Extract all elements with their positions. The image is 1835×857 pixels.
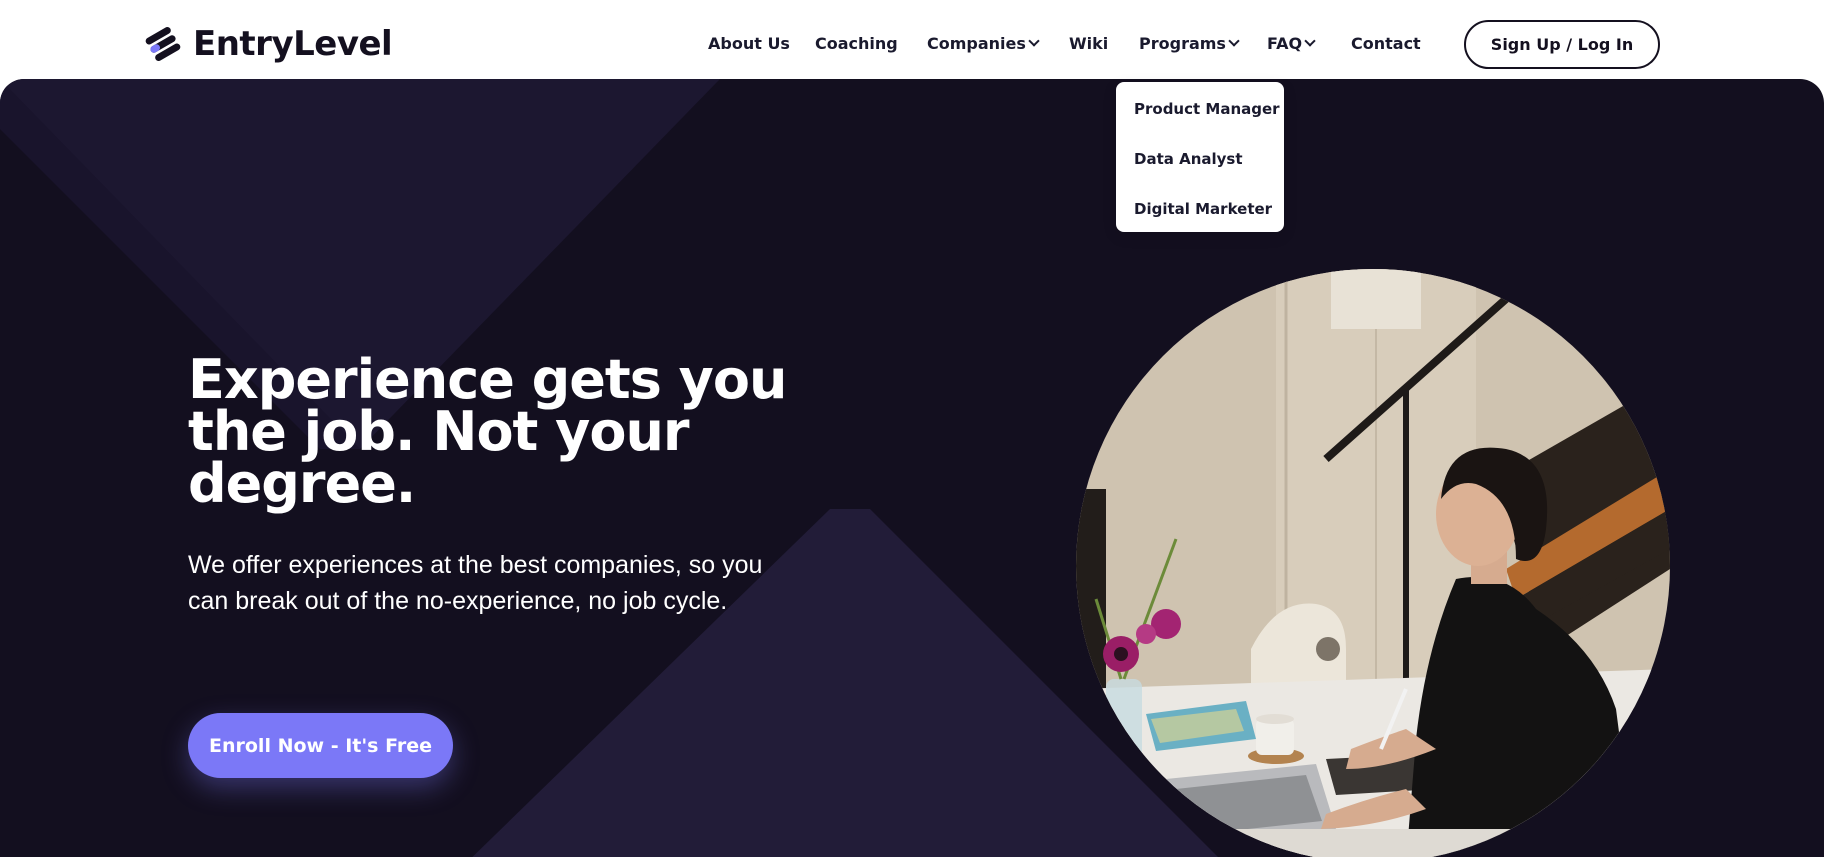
hero-subtext: We offer experiences at the best compani… xyxy=(188,551,763,615)
dropdown-item-data-analyst[interactable]: Data Analyst xyxy=(1134,150,1243,168)
brand-name: EntryLevel xyxy=(193,24,393,64)
nav-about-us-label: About Us xyxy=(708,34,790,53)
chevron-down-icon xyxy=(1228,35,1240,47)
woman-at-desk-illustration xyxy=(1076,269,1670,857)
nav-faq-label: FAQ xyxy=(1267,34,1303,53)
nav-wiki-label: Wiki xyxy=(1069,34,1109,53)
nav-about-us[interactable]: About Us xyxy=(708,34,790,53)
nav-contact[interactable]: Contact xyxy=(1351,34,1421,53)
site-header: EntryLevel About Us Coaching Companies W… xyxy=(0,0,1835,80)
brand-logo[interactable]: EntryLevel xyxy=(143,24,393,64)
nav-contact-label: Contact xyxy=(1351,34,1421,53)
entrylevel-logo-icon xyxy=(145,27,181,61)
nav-programs-label: Programs xyxy=(1139,34,1226,53)
dropdown-item-digital-marketer[interactable]: Digital Marketer xyxy=(1134,200,1272,218)
nav-wiki[interactable]: Wiki xyxy=(1069,34,1108,53)
dropdown-item-product-manager[interactable]: Product Manager xyxy=(1134,100,1280,118)
hero-headline: Experience gets you the job. Not your de… xyxy=(188,348,787,515)
nav-coaching[interactable]: Coaching xyxy=(815,34,898,53)
nav-programs[interactable]: Programs xyxy=(1139,34,1240,53)
programs-dropdown-menu: Product Manager Data Analyst Digital Mar… xyxy=(1116,82,1284,232)
chevron-down-icon xyxy=(1304,35,1316,47)
nav-companies-label: Companies xyxy=(927,34,1026,53)
nav-companies[interactable]: Companies xyxy=(927,34,1040,53)
chevron-down-icon xyxy=(1028,35,1040,47)
enroll-now-button[interactable]: Enroll Now - It's Free xyxy=(188,713,453,778)
hero-photo xyxy=(1076,269,1670,857)
nav-coaching-label: Coaching xyxy=(815,34,898,53)
hero-section: Experience gets you the job. Not your de… xyxy=(0,79,1824,857)
signup-login-button[interactable]: Sign Up / Log In xyxy=(1464,20,1660,69)
nav-faq[interactable]: FAQ xyxy=(1267,34,1316,53)
